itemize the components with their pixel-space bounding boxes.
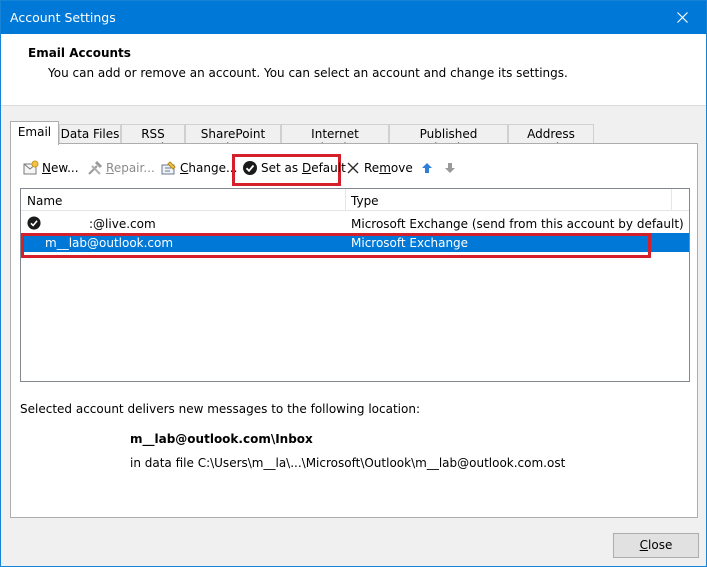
close-icon [677, 12, 688, 23]
label-pre: Set as [261, 161, 302, 175]
tab-published-calendars[interactable]: Published Calendars [389, 124, 508, 155]
tab-internet-calendars[interactable]: Internet Calendars [281, 124, 389, 155]
column-separator[interactable] [345, 189, 346, 211]
tab-data-files[interactable]: Data Files [59, 124, 121, 144]
tab-rss-feeds[interactable]: RSS Feeds [121, 124, 185, 155]
column-header-type[interactable]: Type [351, 194, 379, 208]
arrow-down-icon [445, 163, 455, 173]
label-pre: Re [364, 161, 380, 175]
label-rest: epair... [113, 161, 155, 175]
account-row[interactable]: :@live.com Microsoft Exchange (send from… [21, 214, 689, 233]
new-label: New... [42, 161, 79, 175]
accelerator-d: D [301, 161, 312, 175]
remove-x-icon [347, 162, 359, 174]
email-tab-panel: New... Repair... Change... Set as Defaul… [10, 143, 698, 518]
tab-address-books[interactable]: Address Books [508, 124, 594, 155]
account-toolbar: New... Repair... Change... Set as Defaul… [11, 154, 697, 186]
tab-sharepoint-lists[interactable]: SharePoint Lists [185, 124, 281, 155]
repair-tools-icon [88, 160, 103, 175]
window-title: Account Settings [10, 10, 116, 25]
close-window-button[interactable] [660, 1, 706, 34]
account-type: Microsoft Exchange (send from this accou… [351, 217, 684, 231]
arrow-up-icon [422, 163, 432, 173]
repair-label: Repair... [106, 161, 155, 175]
delivery-location: m__lab@outlook.com\Inbox [130, 432, 313, 446]
accounts-list[interactable]: Name Type :@live.com Microsoft Exchange … [20, 188, 690, 382]
set-default-label: Set as Default [261, 161, 346, 175]
tab-label: Data Files [60, 127, 120, 141]
delivery-data-file: in data file C:\Users\m__la\...\Microsof… [130, 456, 566, 470]
remove-label: Remove [364, 161, 413, 175]
change-button[interactable]: Change... [161, 160, 237, 178]
delivery-intro: Selected account delivers new messages t… [20, 402, 421, 416]
default-account-icon [27, 216, 41, 230]
repair-button[interactable]: Repair... [87, 160, 155, 178]
account-settings-dialog: Account Settings Email Accounts You can … [0, 0, 707, 567]
close-button[interactable]: Close [613, 533, 699, 558]
checkmark-circle-icon [243, 161, 257, 175]
new-account-icon [23, 160, 39, 175]
accelerator-r: R [106, 161, 114, 175]
label-rest: ew... [50, 161, 79, 175]
accelerator-c: C [639, 538, 649, 552]
tab-email[interactable]: Email [10, 121, 59, 145]
set-as-default-button[interactable]: Set as Default [242, 160, 346, 178]
column-separator[interactable] [671, 189, 672, 211]
new-account-button[interactable]: New... [23, 160, 79, 178]
accelerator-n: N [42, 161, 51, 175]
header-description: You can add or remove an account. You ca… [48, 66, 568, 80]
column-header-name[interactable]: Name [27, 194, 62, 208]
account-name: :@live.com [89, 217, 156, 231]
dialog-header: Email Accounts You can add or remove an … [1, 34, 706, 106]
move-down-button[interactable] [442, 160, 458, 178]
header-title: Email Accounts [28, 46, 131, 60]
title-bar: Account Settings [1, 1, 706, 34]
change-label: Change... [180, 161, 237, 175]
tab-label: Email [17, 125, 52, 139]
remove-button[interactable]: Remove [345, 160, 413, 178]
label-post: efault [311, 161, 346, 175]
label-post: ove [390, 161, 413, 175]
change-settings-icon [161, 161, 176, 175]
label-rest: hange... [188, 161, 238, 175]
label-rest: lose [648, 538, 673, 552]
list-header: Name Type [21, 189, 689, 211]
accelerator-m: m [379, 161, 391, 175]
move-up-button[interactable] [419, 160, 435, 178]
selected-account-highlight [21, 233, 651, 258]
